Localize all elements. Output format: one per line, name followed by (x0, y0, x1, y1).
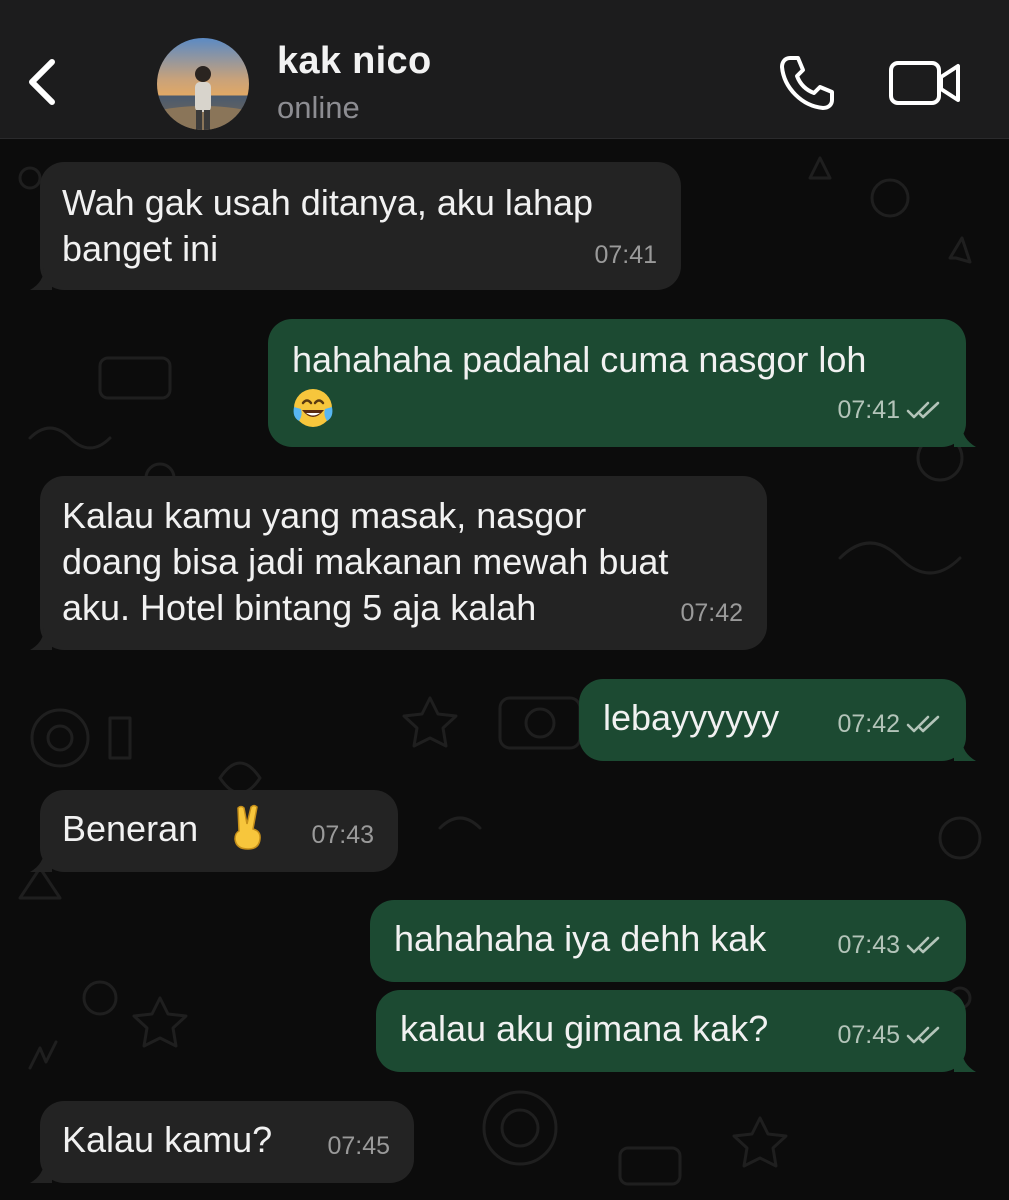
double-check-icon (906, 401, 940, 419)
chat-header: kak nico online (0, 0, 1009, 139)
message-meta: 07:43 (837, 922, 942, 968)
message-bubble-outgoing[interactable]: kalau aku gimana kak? 07:45 (376, 990, 976, 1072)
double-check-icon (906, 1026, 940, 1044)
message-text: Kalau kamu yang masak, nasgor doang bisa… (62, 495, 669, 628)
message-text: Beneran (62, 808, 199, 849)
message-bubble-incoming[interactable]: Beneran 07:43 (30, 790, 398, 872)
message-text: hahahaha padahal cuma nasgor loh (292, 339, 867, 380)
bubble-tail (30, 628, 52, 650)
face-with-tears-of-joy-icon (293, 389, 333, 427)
message-time: 07:42 (680, 599, 743, 627)
back-button[interactable] (18, 50, 68, 114)
message-meta: 07:41 (837, 387, 942, 433)
message-bubble-outgoing[interactable]: hahahaha iya dehh kak 07:43 (370, 900, 966, 982)
bubble-tail (954, 425, 976, 447)
message-meta: 07:45 (327, 1123, 390, 1169)
message-text: Wah gak usah ditanya, aku lahap banget i… (62, 182, 594, 269)
avatar[interactable] (157, 38, 249, 130)
chevron-left-icon (29, 59, 55, 105)
message-meta: 07:41 (594, 232, 657, 278)
voice-call-button[interactable] (776, 52, 838, 114)
bubble-tail (30, 268, 52, 290)
double-check-icon (906, 715, 940, 733)
message-time: 07:45 (327, 1132, 390, 1160)
double-check-icon (906, 936, 940, 954)
message-text: Kalau kamu? (62, 1119, 273, 1160)
message-bubble-incoming[interactable]: Kalau kamu yang masak, nasgor doang bisa… (30, 476, 767, 650)
message-meta: 07:45 (837, 1012, 942, 1058)
message-text: hahahaha iya dehh kak (394, 918, 767, 959)
message-text: kalau aku gimana kak? (400, 1008, 769, 1049)
message-text: lebayyyyyy (603, 697, 780, 738)
message-time: 07:43 (311, 821, 374, 849)
avatar-photo (157, 38, 249, 130)
message-bubble-incoming[interactable]: Kalau kamu? 07:45 (30, 1101, 414, 1183)
message-time: 07:43 (837, 931, 900, 959)
bubble-tail (954, 1050, 976, 1072)
contact-status: online (277, 90, 360, 125)
video-call-button[interactable] (888, 58, 962, 108)
bubble-tail (954, 739, 976, 761)
chat-area[interactable]: Wah gak usah ditanya, aku lahap banget i… (0, 138, 1009, 1200)
message-time: 07:42 (837, 710, 900, 738)
message-time: 07:45 (837, 1021, 900, 1049)
bubble-tail (30, 1161, 52, 1183)
video-camera-icon (889, 61, 960, 105)
victory-hand-icon (234, 804, 261, 850)
message-bubble-outgoing[interactable]: lebayyyyyy 07:42 (579, 679, 976, 761)
message-meta: 07:42 (680, 590, 743, 636)
message-bubble-outgoing[interactable]: hahahaha padahal cuma nasgor loh 07:41 (268, 319, 976, 447)
bubble-tail (30, 850, 52, 872)
message-meta: 07:42 (837, 701, 942, 747)
contact-name[interactable]: kak nico (277, 40, 431, 83)
message-meta: 07:43 (311, 812, 374, 858)
phone-icon (780, 56, 834, 110)
message-time: 07:41 (594, 241, 657, 269)
message-bubble-incoming[interactable]: Wah gak usah ditanya, aku lahap banget i… (30, 162, 681, 290)
message-time: 07:41 (837, 396, 900, 424)
